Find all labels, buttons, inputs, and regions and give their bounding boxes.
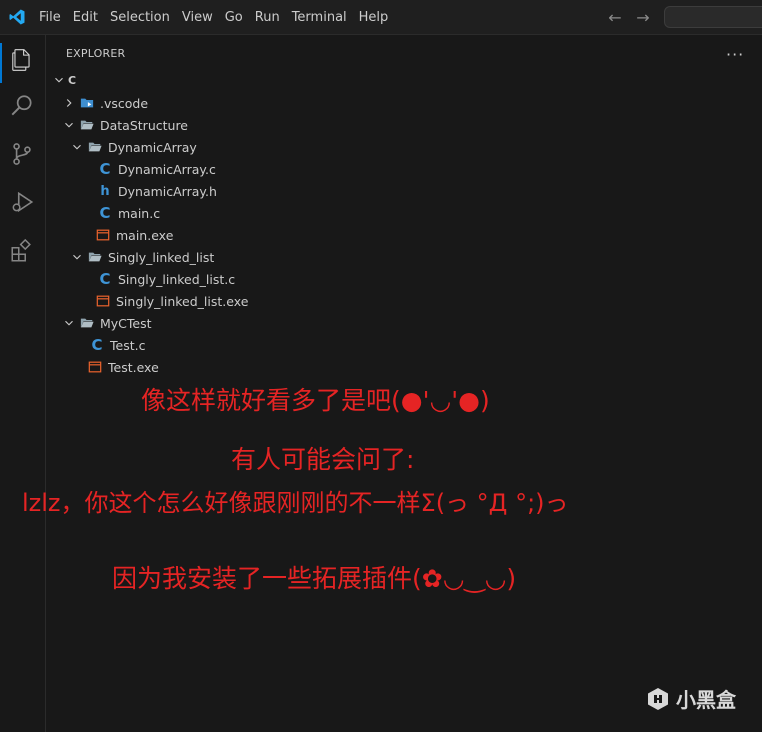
chevron-down-icon [73, 144, 81, 150]
run-debug-icon[interactable] [9, 189, 35, 215]
tree-item-test-c[interactable]: C Test.c [90, 334, 145, 356]
tree-item-singly-linked-list[interactable]: Singly_linked_list [70, 246, 214, 268]
tree-item-label: Test.c [110, 337, 146, 353]
h-file-icon: h [100, 183, 110, 199]
tree-item-main-exe[interactable]: main.exe [96, 224, 173, 246]
folder-open-icon [88, 252, 102, 262]
menu-run[interactable]: Run [249, 7, 286, 29]
tree-item-label: main.c [118, 205, 161, 221]
tree-item-myctest[interactable]: MyCTest [62, 312, 152, 334]
menu-go[interactable]: Go [219, 7, 249, 29]
explorer-header: EXPLORER [66, 47, 126, 60]
tree-item-datastructure[interactable]: DataStructure [62, 114, 188, 136]
tree-item-label: Singly_linked_list [108, 249, 215, 265]
tree-root-c[interactable]: C [52, 69, 76, 91]
active-indicator [0, 43, 2, 83]
menu-bar: File Edit Selection View Go Run Terminal… [33, 0, 394, 35]
arrow-right-icon[interactable]: → [634, 9, 652, 27]
command-center-search[interactable] [664, 6, 762, 28]
chevron-down-icon [65, 122, 73, 128]
tree-item-label: DataStructure [100, 117, 188, 133]
tree-item-singly-linked-list-exe[interactable]: Singly_linked_list.exe [96, 290, 248, 312]
tree-item-label: DynamicArray [108, 139, 197, 155]
tree-root-label: C [68, 73, 77, 87]
vscode-logo-icon [9, 9, 25, 25]
annotation-line-2: 有人可能会问了: [231, 445, 415, 474]
tree-item-label: Test.exe [108, 359, 159, 375]
tree-item-label: Singly_linked_list.c [118, 271, 236, 287]
tree-item-singly-linked-list-c[interactable]: C Singly_linked_list.c [98, 268, 235, 290]
folder-open-icon [80, 318, 94, 328]
exe-file-icon [88, 361, 102, 373]
activity-bar [0, 35, 46, 732]
tree-item-label: Singly_linked_list.exe [116, 293, 249, 309]
tree-item-label: .vscode [100, 95, 149, 111]
tree-item-label: MyCTest [100, 315, 152, 331]
chevron-down-icon [73, 254, 81, 260]
chevron-right-icon [66, 99, 72, 107]
more-actions-icon[interactable]: ··· [726, 45, 744, 64]
menu-selection[interactable]: Selection [104, 7, 176, 29]
watermark: 小黑盒 [646, 684, 736, 713]
tree-item-dynamicarray-c[interactable]: C DynamicArray.c [98, 158, 216, 180]
arrow-left-icon[interactable]: ← [606, 9, 624, 27]
tree-item-dynamicarray[interactable]: DynamicArray [70, 136, 197, 158]
tree-item-dynamicarray-h[interactable]: h DynamicArray.h [98, 180, 217, 202]
xiaoheihe-logo-icon [648, 687, 668, 710]
title-bar: File Edit Selection View Go Run Terminal… [0, 0, 762, 35]
chevron-down-icon [65, 320, 73, 326]
menu-file[interactable]: File [33, 7, 67, 29]
folder-open-icon [80, 120, 94, 130]
c-file-icon: C [99, 270, 111, 288]
c-file-icon: C [91, 336, 103, 354]
tree-item-label: DynamicArray.h [118, 183, 217, 199]
tree-item-main-c[interactable]: C main.c [98, 202, 160, 224]
annotation-line-3: lzlz，你这个怎么好像跟刚刚的不一样Σ(っ °Д °;)っ [22, 489, 569, 517]
vscode-folder-icon [80, 98, 94, 108]
tree-item-test-exe[interactable]: Test.exe [88, 356, 159, 378]
extensions-icon[interactable] [9, 238, 35, 264]
menu-edit[interactable]: Edit [67, 7, 104, 29]
annotation-line-4: 因为我安装了一些拓展插件(✿◡‿◡) [112, 564, 517, 593]
tree-item-label: DynamicArray.c [118, 161, 216, 177]
explorer-icon[interactable] [9, 47, 35, 73]
menu-help[interactable]: Help [353, 7, 395, 29]
tree-item-label: main.exe [116, 227, 174, 243]
annotation-line-1: 像这样就好看多了是吧(●'◡'●) [141, 386, 490, 415]
chevron-down-icon [55, 77, 63, 83]
tree-item-vscode[interactable]: .vscode [62, 92, 148, 114]
exe-file-icon [96, 229, 110, 241]
folder-open-icon [88, 142, 102, 152]
c-file-icon: C [99, 160, 111, 178]
c-file-icon: C [99, 204, 111, 222]
search-icon[interactable] [9, 93, 35, 119]
exe-file-icon [96, 295, 110, 307]
menu-view[interactable]: View [176, 7, 219, 29]
menu-terminal[interactable]: Terminal [286, 7, 353, 29]
source-control-icon[interactable] [9, 141, 35, 167]
watermark-label: 小黑盒 [676, 688, 736, 712]
